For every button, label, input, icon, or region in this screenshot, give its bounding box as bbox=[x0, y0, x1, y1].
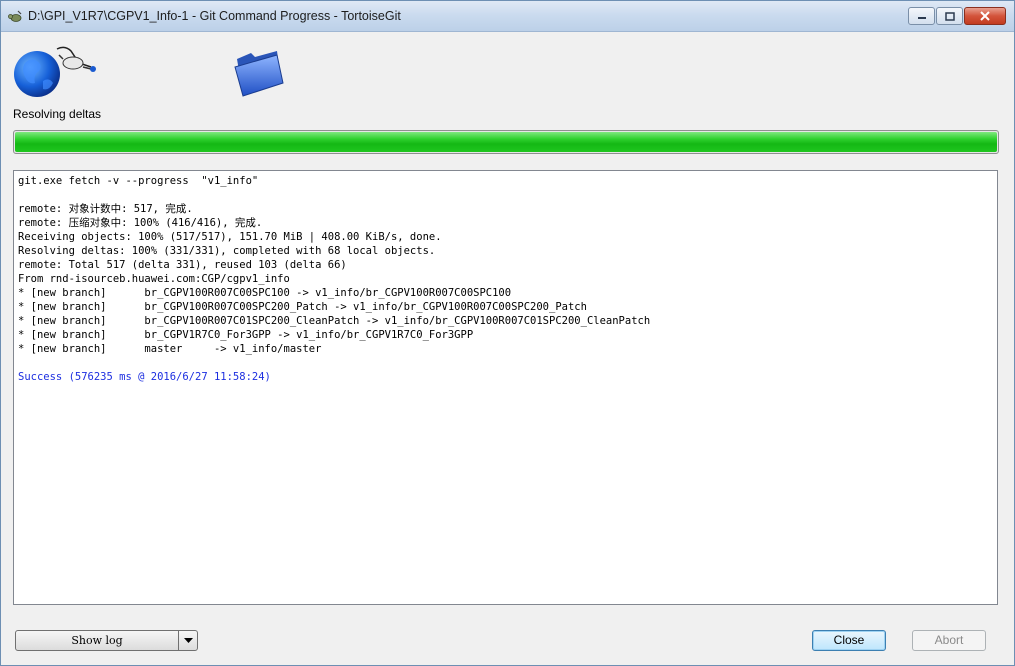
window-title: D:\GPI_V1R7\CGPV1_Info-1 - Git Command P… bbox=[28, 9, 401, 23]
folder-icon bbox=[234, 51, 284, 97]
minimize-icon bbox=[917, 17, 926, 19]
progress-bar bbox=[13, 130, 999, 154]
log-line: remote: 对象计数中: 517, 完成. bbox=[18, 203, 193, 215]
maximize-button[interactable] bbox=[936, 7, 963, 25]
globe-network-icon bbox=[14, 46, 96, 97]
log-line: From rnd-isourceb.huawei.com:CGP/cgpv1_i… bbox=[18, 273, 290, 285]
log-line: Resolving deltas: 100% (331/331), comple… bbox=[18, 245, 436, 257]
log-line: * [new branch] br_CGPV100R007C01SPC200_C… bbox=[18, 315, 651, 327]
show-log-button[interactable]: Show log bbox=[16, 631, 178, 650]
log-line: remote: 压缩对象中: 100% (416/416), 完成. bbox=[18, 217, 263, 229]
show-log-dropdown-button[interactable] bbox=[179, 631, 197, 650]
git-progress-window: D:\GPI_V1R7\CGPV1_Info-1 - Git Command P… bbox=[0, 0, 1015, 666]
log-line: remote: Total 517 (delta 331), reused 10… bbox=[18, 259, 347, 271]
log-lines-container: git.exe fetch -v --progress "v1_info"rem… bbox=[18, 174, 993, 370]
operation-status-label: Resolving deltas bbox=[13, 107, 102, 121]
show-log-split-button[interactable]: Show log bbox=[15, 630, 198, 651]
log-output[interactable]: git.exe fetch -v --progress "v1_info"rem… bbox=[13, 170, 998, 605]
log-line: Receiving objects: 100% (517/517), 151.7… bbox=[18, 231, 442, 243]
log-line: * [new branch] master -> v1_info/master bbox=[18, 343, 322, 355]
progress-bar-fill bbox=[15, 132, 997, 152]
log-line: * [new branch] br_CGPV100R007C00SPC200_P… bbox=[18, 301, 587, 313]
log-line: * [new branch] br_CGPV1R7C0_For3GPP -> v… bbox=[18, 329, 474, 341]
window-controls bbox=[907, 7, 1006, 25]
maximize-icon bbox=[944, 11, 955, 21]
close-button[interactable]: Close bbox=[812, 630, 886, 651]
tortoisegit-icon bbox=[8, 10, 22, 22]
success-line: Success (576235 ms @ 2016/6/27 11:58:24) bbox=[18, 371, 271, 383]
close-window-button[interactable] bbox=[964, 7, 1006, 25]
chevron-down-icon bbox=[183, 637, 193, 643]
minimize-button[interactable] bbox=[908, 7, 935, 25]
log-line: git.exe fetch -v --progress "v1_info" bbox=[18, 175, 259, 187]
title-bar[interactable]: D:\GPI_V1R7\CGPV1_Info-1 - Git Command P… bbox=[1, 1, 1014, 32]
close-icon bbox=[980, 11, 990, 21]
abort-button[interactable]: Abort bbox=[912, 630, 986, 651]
log-line: * [new branch] br_CGPV100R007C00SPC100 -… bbox=[18, 287, 512, 299]
